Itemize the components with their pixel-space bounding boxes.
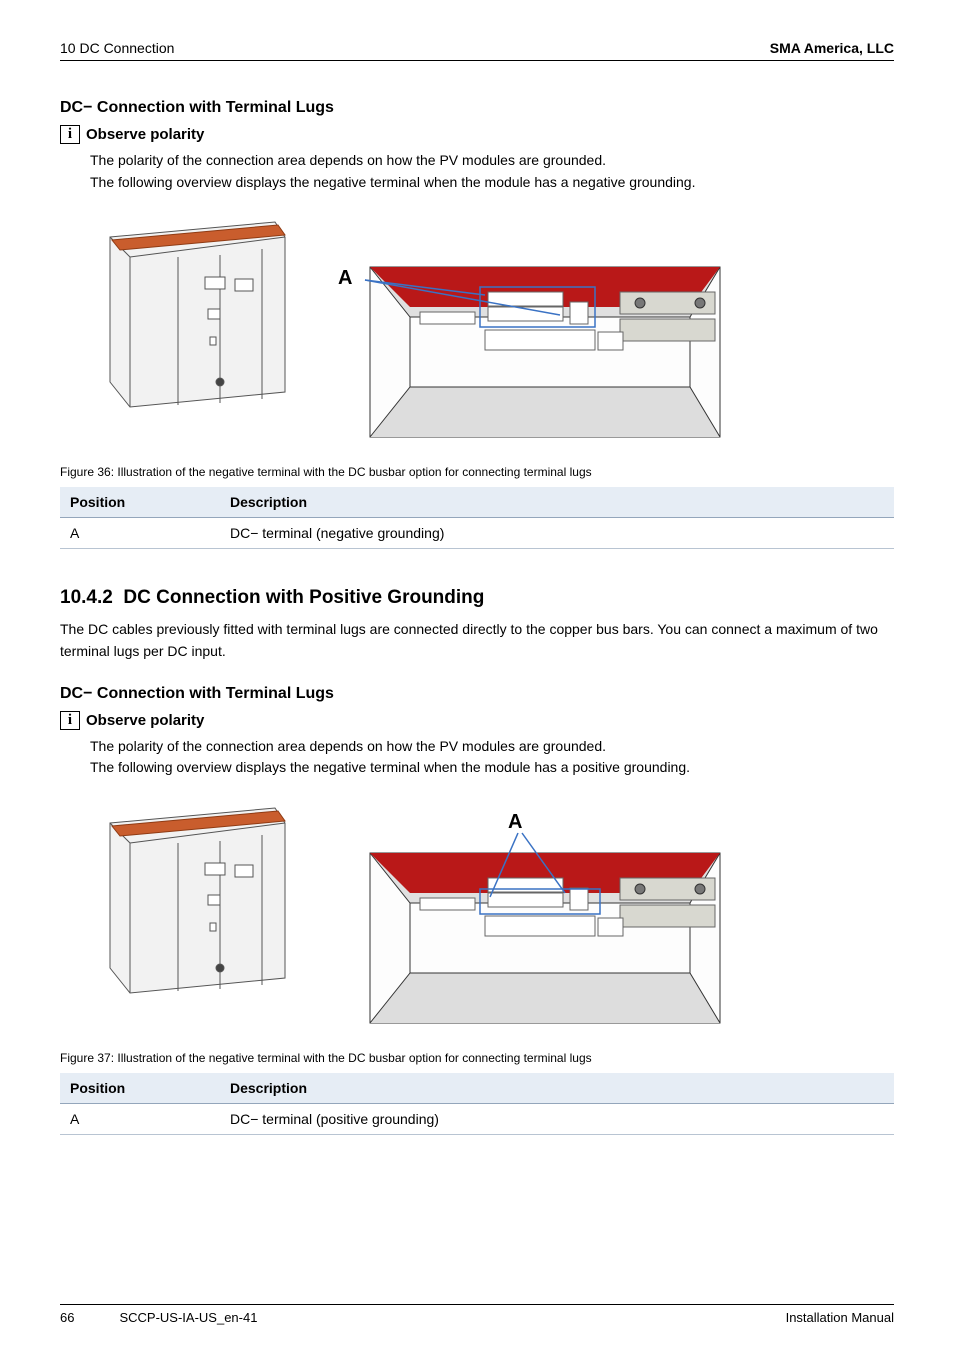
cell-desc: DC− terminal (negative grounding) — [220, 518, 894, 549]
sub-heading-1: DC− Connection with Terminal Lugs — [60, 99, 894, 117]
figure-37: A — [90, 793, 730, 1041]
section-title: DC Connection with Positive Grounding — [123, 587, 484, 608]
callout-A-2: A — [508, 811, 522, 834]
section-heading-1042: 10.4.2 DC Connection with Positive Groun… — [60, 587, 894, 609]
header-chapter: 10 DC Connection — [60, 40, 174, 56]
figure-37-caption: Figure 37: Illustration of the negative … — [60, 1051, 894, 1065]
info-text-1a: The polarity of the connection area depe… — [90, 150, 894, 172]
table-row: A DC− terminal (positive grounding) — [60, 1104, 894, 1135]
th-position-2: Position — [60, 1073, 220, 1104]
section-number: 10.4.2 — [60, 587, 113, 608]
cell-desc: DC− terminal (positive grounding) — [220, 1104, 894, 1135]
cell-pos: A — [60, 518, 220, 549]
section-2-para: The DC cables previously fitted with ter… — [60, 619, 894, 662]
page-footer: 66 SCCP-US-IA-US_en-41 Installation Manu… — [60, 1304, 894, 1325]
figure-36-caption: Figure 36: Illustration of the negative … — [60, 465, 894, 479]
info-text-2a: The polarity of the connection area depe… — [90, 736, 894, 758]
doc-id: SCCP-US-IA-US_en-41 — [119, 1310, 257, 1325]
footer-right: Installation Manual — [786, 1310, 894, 1325]
info-title-2: Observe polarity — [86, 712, 204, 729]
info-text-1b: The following overview displays the nega… — [90, 172, 894, 194]
table-row: A DC− terminal (negative grounding) — [60, 518, 894, 549]
table-1: Position Description A DC− terminal (neg… — [60, 487, 894, 549]
info-block-2: i Observe polarity The polarity of the c… — [60, 711, 894, 779]
diagram-1 — [90, 207, 730, 455]
th-position-1: Position — [60, 487, 220, 518]
sub-heading-2: DC− Connection with Terminal Lugs — [60, 685, 894, 703]
info-icon: i — [60, 125, 80, 144]
page-number: 66 — [60, 1310, 74, 1325]
table-2: Position Description A DC− terminal (pos… — [60, 1073, 894, 1135]
header-company: SMA America, LLC — [770, 40, 894, 56]
th-description-1: Description — [220, 487, 894, 518]
page-header: 10 DC Connection SMA America, LLC — [60, 40, 894, 61]
th-description-2: Description — [220, 1073, 894, 1104]
figure-36: A — [90, 207, 730, 455]
diagram-2 — [90, 793, 730, 1041]
callout-A-1: A — [338, 267, 352, 290]
info-block-1: i Observe polarity The polarity of the c… — [60, 125, 894, 193]
cell-pos: A — [60, 1104, 220, 1135]
info-title-1: Observe polarity — [86, 126, 204, 143]
info-text-2b: The following overview displays the nega… — [90, 757, 894, 779]
info-icon: i — [60, 711, 80, 730]
